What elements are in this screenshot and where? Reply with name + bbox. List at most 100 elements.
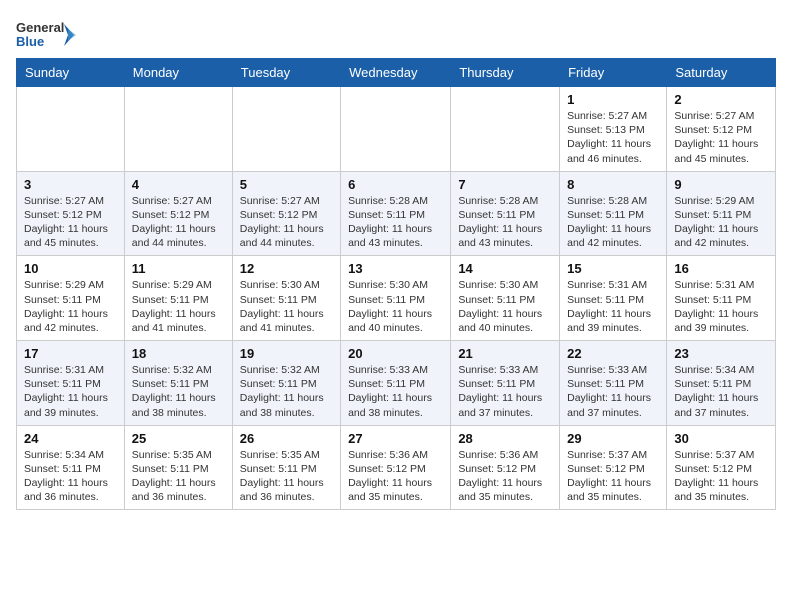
week-row-5: 24 Sunrise: 5:34 AM Sunset: 5:11 PM Dayli… (17, 425, 776, 510)
calendar-cell: 27 Sunrise: 5:36 AM Sunset: 5:12 PM Dayli… (341, 425, 451, 510)
day-info: Sunrise: 5:36 AM Sunset: 5:12 PM Dayligh… (458, 448, 552, 505)
day-info: Sunrise: 5:31 AM Sunset: 5:11 PM Dayligh… (24, 363, 117, 420)
calendar-cell: 26 Sunrise: 5:35 AM Sunset: 5:11 PM Dayli… (232, 425, 340, 510)
logo: General Blue (16, 16, 76, 54)
day-number: 3 (24, 177, 117, 192)
week-row-2: 3 Sunrise: 5:27 AM Sunset: 5:12 PM Daylig… (17, 171, 776, 256)
day-info: Sunrise: 5:34 AM Sunset: 5:11 PM Dayligh… (24, 448, 117, 505)
day-number: 6 (348, 177, 443, 192)
col-header-saturday: Saturday (667, 59, 776, 87)
calendar-cell: 30 Sunrise: 5:37 AM Sunset: 5:12 PM Dayli… (667, 425, 776, 510)
col-header-sunday: Sunday (17, 59, 125, 87)
calendar-cell: 21 Sunrise: 5:33 AM Sunset: 5:11 PM Dayli… (451, 341, 560, 426)
calendar-cell: 14 Sunrise: 5:30 AM Sunset: 5:11 PM Dayli… (451, 256, 560, 341)
calendar-cell: 8 Sunrise: 5:28 AM Sunset: 5:11 PM Daylig… (560, 171, 667, 256)
day-info: Sunrise: 5:33 AM Sunset: 5:11 PM Dayligh… (567, 363, 659, 420)
calendar-cell (17, 87, 125, 172)
day-number: 13 (348, 261, 443, 276)
day-info: Sunrise: 5:35 AM Sunset: 5:11 PM Dayligh… (240, 448, 333, 505)
svg-text:Blue: Blue (16, 34, 44, 49)
calendar-cell: 25 Sunrise: 5:35 AM Sunset: 5:11 PM Dayli… (124, 425, 232, 510)
calendar-cell: 9Sunrise: 5:29 AM Sunset: 5:11 PM Daylig… (667, 171, 776, 256)
day-number: 16 (674, 261, 768, 276)
calendar-cell: 10 Sunrise: 5:29 AM Sunset: 5:11 PM Dayli… (17, 256, 125, 341)
day-number: 10 (24, 261, 117, 276)
day-number: 23 (674, 346, 768, 361)
calendar: SundayMondayTuesdayWednesdayThursdayFrid… (16, 58, 776, 510)
calendar-cell: 20 Sunrise: 5:33 AM Sunset: 5:11 PM Dayli… (341, 341, 451, 426)
day-number: 20 (348, 346, 443, 361)
day-number: 8 (567, 177, 659, 192)
day-info: Sunrise: 5:34 AM Sunset: 5:11 PM Dayligh… (674, 363, 768, 420)
calendar-cell: 7Sunrise: 5:28 AM Sunset: 5:11 PM Daylig… (451, 171, 560, 256)
day-info: Sunrise: 5:29 AM Sunset: 5:11 PM Dayligh… (132, 278, 225, 335)
day-info: Sunrise: 5:31 AM Sunset: 5:11 PM Dayligh… (567, 278, 659, 335)
calendar-cell: 18Sunrise: 5:32 AM Sunset: 5:11 PM Dayli… (124, 341, 232, 426)
day-number: 22 (567, 346, 659, 361)
col-header-friday: Friday (560, 59, 667, 87)
calendar-cell: 5 Sunrise: 5:27 AM Sunset: 5:12 PM Daylig… (232, 171, 340, 256)
day-info: Sunrise: 5:29 AM Sunset: 5:11 PM Dayligh… (24, 278, 117, 335)
day-info: Sunrise: 5:33 AM Sunset: 5:11 PM Dayligh… (348, 363, 443, 420)
day-info: Sunrise: 5:30 AM Sunset: 5:11 PM Dayligh… (348, 278, 443, 335)
day-number: 24 (24, 431, 117, 446)
day-number: 30 (674, 431, 768, 446)
calendar-cell: 17Sunrise: 5:31 AM Sunset: 5:11 PM Dayli… (17, 341, 125, 426)
day-info: Sunrise: 5:27 AM Sunset: 5:12 PM Dayligh… (24, 194, 117, 251)
calendar-cell (124, 87, 232, 172)
calendar-cell (232, 87, 340, 172)
col-header-tuesday: Tuesday (232, 59, 340, 87)
calendar-cell: 2Sunrise: 5:27 AM Sunset: 5:12 PM Daylig… (667, 87, 776, 172)
day-number: 11 (132, 261, 225, 276)
calendar-cell: 19 Sunrise: 5:32 AM Sunset: 5:11 PM Dayli… (232, 341, 340, 426)
day-number: 26 (240, 431, 333, 446)
day-number: 19 (240, 346, 333, 361)
day-number: 21 (458, 346, 552, 361)
week-row-1: 1 Sunrise: 5:27 AM Sunset: 5:13 PM Daylig… (17, 87, 776, 172)
day-info: Sunrise: 5:30 AM Sunset: 5:11 PM Dayligh… (458, 278, 552, 335)
day-info: Sunrise: 5:27 AM Sunset: 5:12 PM Dayligh… (240, 194, 333, 251)
calendar-cell: 23 Sunrise: 5:34 AM Sunset: 5:11 PM Dayli… (667, 341, 776, 426)
calendar-cell: 12 Sunrise: 5:30 AM Sunset: 5:11 PM Dayli… (232, 256, 340, 341)
calendar-cell: 16 Sunrise: 5:31 AM Sunset: 5:11 PM Dayli… (667, 256, 776, 341)
calendar-cell: 13 Sunrise: 5:30 AM Sunset: 5:11 PM Dayli… (341, 256, 451, 341)
day-number: 5 (240, 177, 333, 192)
day-info: Sunrise: 5:33 AM Sunset: 5:11 PM Dayligh… (458, 363, 552, 420)
day-number: 28 (458, 431, 552, 446)
week-row-3: 10 Sunrise: 5:29 AM Sunset: 5:11 PM Dayli… (17, 256, 776, 341)
day-info: Sunrise: 5:27 AM Sunset: 5:13 PM Dayligh… (567, 109, 659, 166)
calendar-cell: 29 Sunrise: 5:37 AM Sunset: 5:12 PM Dayli… (560, 425, 667, 510)
calendar-cell: 22 Sunrise: 5:33 AM Sunset: 5:11 PM Dayli… (560, 341, 667, 426)
day-info: Sunrise: 5:37 AM Sunset: 5:12 PM Dayligh… (674, 448, 768, 505)
day-info: Sunrise: 5:27 AM Sunset: 5:12 PM Dayligh… (132, 194, 225, 251)
day-number: 25 (132, 431, 225, 446)
day-info: Sunrise: 5:32 AM Sunset: 5:11 PM Dayligh… (132, 363, 225, 420)
day-number: 15 (567, 261, 659, 276)
day-number: 7 (458, 177, 552, 192)
day-info: Sunrise: 5:28 AM Sunset: 5:11 PM Dayligh… (567, 194, 659, 251)
day-info: Sunrise: 5:29 AM Sunset: 5:11 PM Dayligh… (674, 194, 768, 251)
day-number: 4 (132, 177, 225, 192)
day-number: 1 (567, 92, 659, 107)
day-info: Sunrise: 5:35 AM Sunset: 5:11 PM Dayligh… (132, 448, 225, 505)
day-info: Sunrise: 5:37 AM Sunset: 5:12 PM Dayligh… (567, 448, 659, 505)
col-header-wednesday: Wednesday (341, 59, 451, 87)
col-header-thursday: Thursday (451, 59, 560, 87)
logo-svg: General Blue (16, 16, 76, 54)
week-row-4: 17Sunrise: 5:31 AM Sunset: 5:11 PM Dayli… (17, 341, 776, 426)
calendar-cell: 1 Sunrise: 5:27 AM Sunset: 5:13 PM Daylig… (560, 87, 667, 172)
calendar-cell: 11 Sunrise: 5:29 AM Sunset: 5:11 PM Dayli… (124, 256, 232, 341)
day-number: 29 (567, 431, 659, 446)
day-info: Sunrise: 5:31 AM Sunset: 5:11 PM Dayligh… (674, 278, 768, 335)
calendar-cell (451, 87, 560, 172)
calendar-cell (341, 87, 451, 172)
calendar-cell: 24 Sunrise: 5:34 AM Sunset: 5:11 PM Dayli… (17, 425, 125, 510)
day-number: 14 (458, 261, 552, 276)
day-number: 12 (240, 261, 333, 276)
day-info: Sunrise: 5:36 AM Sunset: 5:12 PM Dayligh… (348, 448, 443, 505)
calendar-cell: 6Sunrise: 5:28 AM Sunset: 5:11 PM Daylig… (341, 171, 451, 256)
day-info: Sunrise: 5:32 AM Sunset: 5:11 PM Dayligh… (240, 363, 333, 420)
calendar-cell: 4 Sunrise: 5:27 AM Sunset: 5:12 PM Daylig… (124, 171, 232, 256)
day-info: Sunrise: 5:30 AM Sunset: 5:11 PM Dayligh… (240, 278, 333, 335)
day-number: 27 (348, 431, 443, 446)
